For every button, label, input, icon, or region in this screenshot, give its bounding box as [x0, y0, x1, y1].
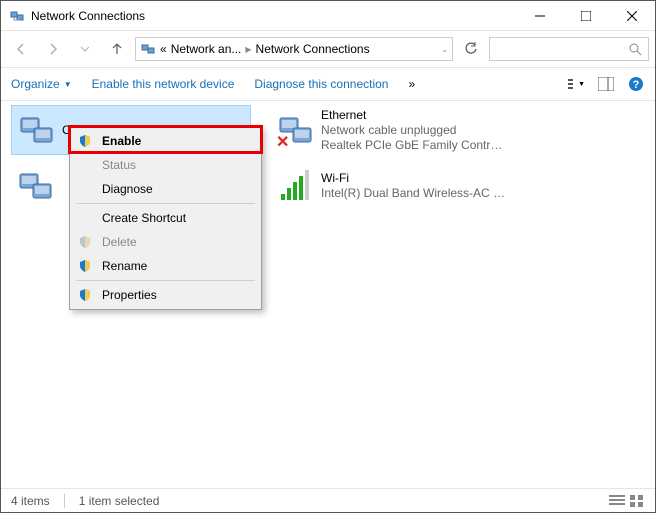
properties-menuitem[interactable]: Properties [72, 283, 259, 307]
diagnose-button[interactable]: Diagnose this connection [254, 77, 388, 91]
separator [64, 494, 65, 508]
icons-view-button[interactable] [629, 494, 645, 508]
breadcrumb-1[interactable]: Network an... [171, 42, 242, 56]
overflow-button[interactable]: » [408, 77, 415, 91]
menuitem-label: Status [102, 158, 136, 172]
breadcrumb-2[interactable]: Network Connections [256, 42, 370, 56]
close-button[interactable] [609, 1, 655, 31]
diagnose-menuitem[interactable]: Diagnose [72, 177, 259, 201]
shield-icon [76, 288, 94, 302]
preview-pane-button[interactable] [597, 75, 615, 93]
menuitem-label: Enable [102, 134, 141, 148]
search-input[interactable] [489, 37, 649, 61]
help-button[interactable]: ? [627, 75, 645, 93]
search-icon [628, 42, 642, 56]
breadcrumb-prev[interactable]: « [160, 42, 167, 56]
create-shortcut-menuitem[interactable]: Create Shortcut [72, 206, 259, 230]
adapter-ethernet[interactable]: ✕ Ethernet Network cable unplugged Realt… [271, 105, 511, 155]
shield-icon [76, 134, 94, 148]
item-count: 4 items [11, 494, 50, 508]
maximize-button[interactable] [563, 1, 609, 31]
rename-menuitem[interactable]: Rename [72, 254, 259, 278]
adapter-status: Network cable unplugged [321, 123, 507, 138]
back-button[interactable] [7, 36, 35, 62]
command-bar: Organize ▼ Enable this network device Di… [1, 67, 655, 101]
app-icon [9, 8, 25, 24]
adapter-wifi[interactable]: Wi-Fi Intel(R) Dual Band Wireless-AC 31.… [271, 161, 511, 211]
separator [76, 203, 255, 204]
refresh-button[interactable] [457, 37, 485, 61]
enable-device-button[interactable]: Enable this network device [92, 77, 235, 91]
menuitem-label: Delete [102, 235, 137, 249]
adapter-name: Wi-Fi [321, 171, 507, 186]
organize-menu[interactable]: Organize ▼ [11, 77, 72, 91]
dropdown-icon: ▼ [64, 80, 72, 89]
adapter-name: Ethernet [321, 108, 507, 123]
chevron-down-icon[interactable]: ⌄ [441, 45, 448, 54]
menuitem-label: Create Shortcut [102, 211, 186, 225]
statusbar: 4 items 1 item selected [1, 488, 655, 512]
adapter-device: Realtek PCIe GbE Family Controller [321, 138, 507, 153]
selection-count: 1 item selected [79, 494, 160, 508]
details-view-button[interactable] [609, 494, 625, 508]
context-menu: Enable Status Diagnose Create Shortcut D… [69, 126, 262, 310]
enable-menuitem[interactable]: Enable [72, 129, 259, 153]
separator [76, 280, 255, 281]
error-x-icon: ✕ [276, 132, 289, 152]
status-menuitem: Status [72, 153, 259, 177]
delete-menuitem: Delete [72, 230, 259, 254]
titlebar: Network Connections [1, 1, 655, 31]
path-icon [140, 41, 156, 57]
network-adapter-icon [15, 166, 55, 206]
network-adapter-icon [16, 110, 56, 150]
network-adapter-icon: ✕ [275, 110, 315, 150]
navbar: « Network an... ▶ Network Connections ⌄ [1, 31, 655, 67]
menuitem-label: Rename [102, 259, 147, 273]
window-title: Network Connections [31, 9, 145, 23]
address-bar[interactable]: « Network an... ▶ Network Connections ⌄ [135, 37, 453, 61]
svg-text:?: ? [633, 79, 640, 91]
adapter-device: Intel(R) Dual Band Wireless-AC 31... [321, 186, 507, 201]
up-button[interactable] [103, 36, 131, 62]
wifi-signal-icon [275, 166, 315, 206]
menuitem-label: Diagnose [102, 182, 153, 196]
view-layout-button[interactable]: ▼ [567, 75, 585, 93]
recent-button[interactable] [71, 36, 99, 62]
shield-icon [76, 259, 94, 273]
menuitem-label: Properties [102, 288, 157, 302]
forward-button[interactable] [39, 36, 67, 62]
shield-icon [76, 235, 94, 249]
chevron-right-icon[interactable]: ▶ [245, 45, 251, 54]
minimize-button[interactable] [517, 1, 563, 31]
